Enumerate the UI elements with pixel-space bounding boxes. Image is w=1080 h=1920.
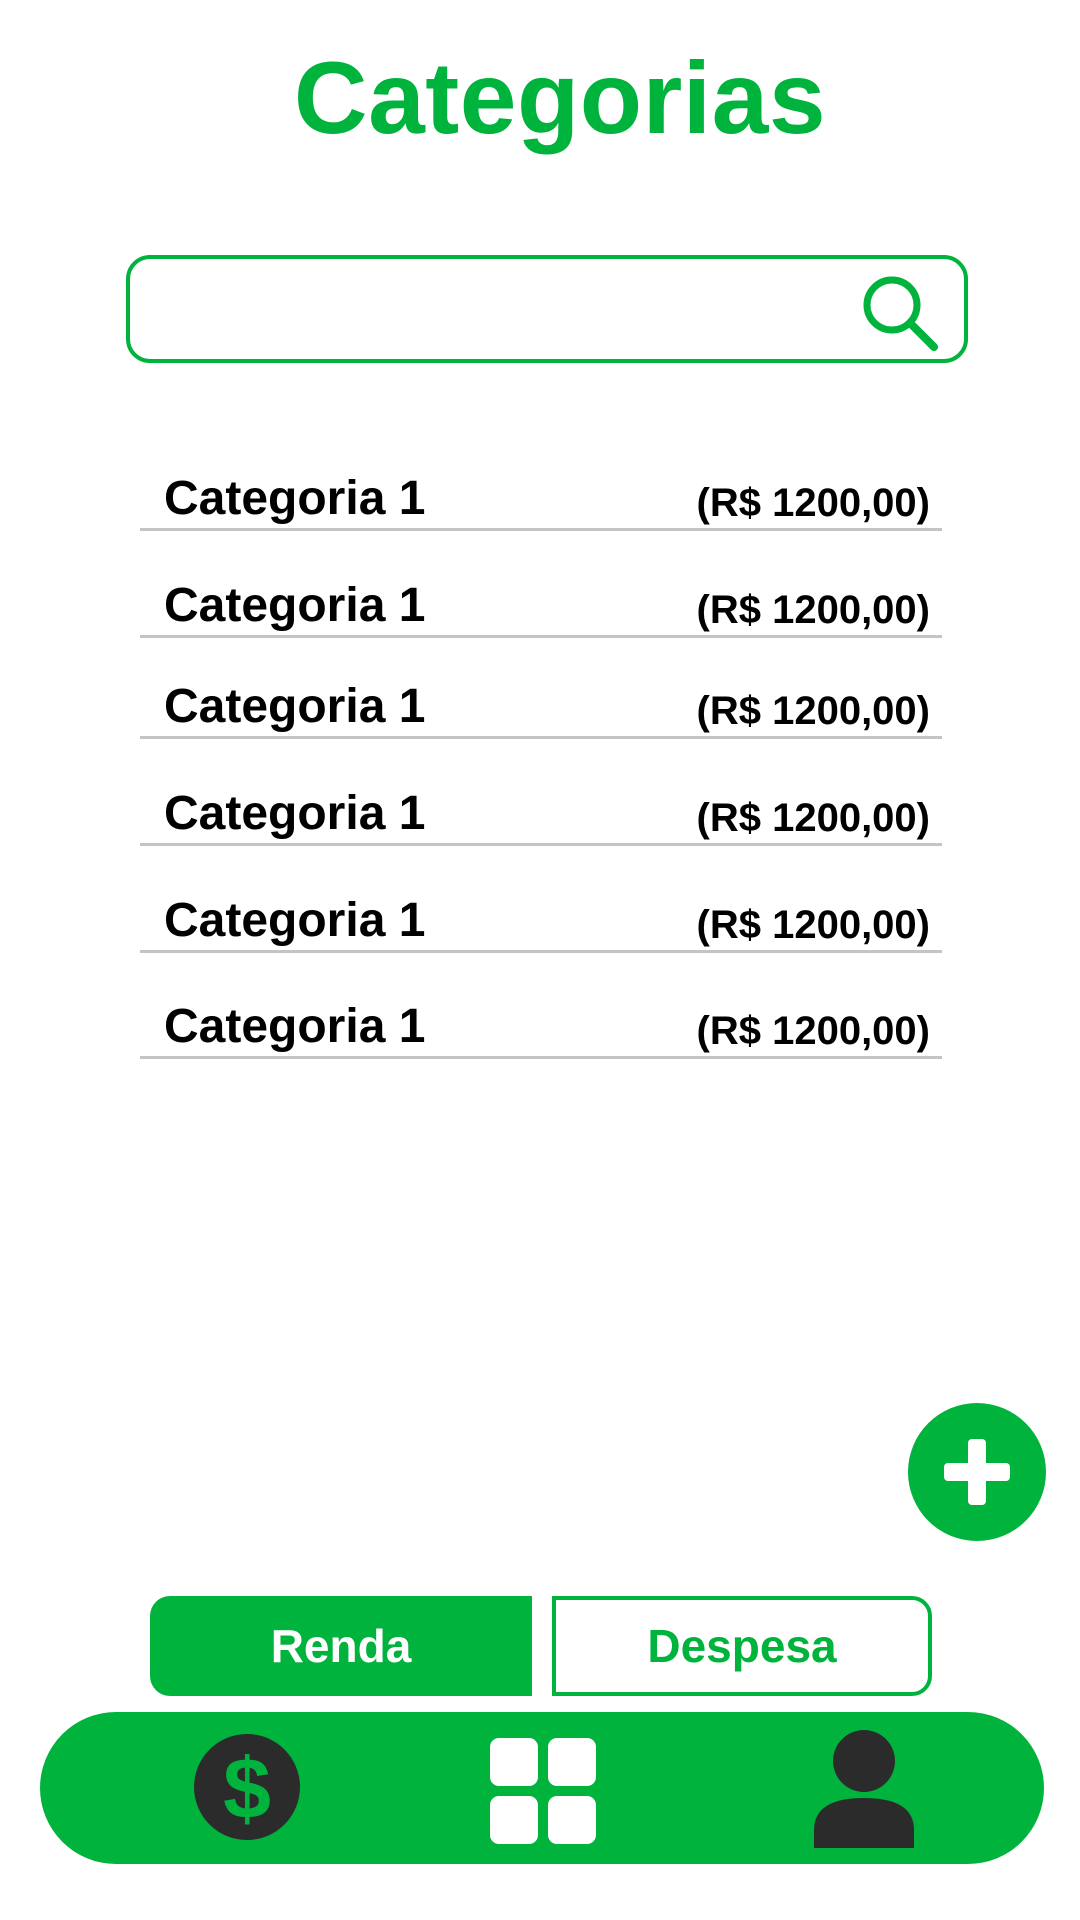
list-item[interactable]: Categoria 1 (R$ 1200,00) <box>140 575 942 638</box>
user-icon[interactable] <box>812 1728 916 1848</box>
list-item[interactable]: Categoria 1 (R$ 1200,00) <box>140 783 942 846</box>
category-amount: (R$ 1200,00) <box>696 1009 930 1053</box>
category-name: Categoria 1 <box>164 579 426 632</box>
search-input[interactable] <box>150 273 854 347</box>
category-amount: (R$ 1200,00) <box>696 903 930 947</box>
category-amount: (R$ 1200,00) <box>696 796 930 840</box>
expense-tab-label: Despesa <box>647 1620 837 1672</box>
category-name: Categoria 1 <box>164 787 426 840</box>
page-title: Categorias <box>293 41 827 155</box>
list-item[interactable]: Categoria 1 (R$ 1200,00) <box>140 676 942 739</box>
category-amount: (R$ 1200,00) <box>696 689 930 733</box>
category-name: Categoria 1 <box>164 1000 426 1053</box>
income-tab-button[interactable]: Renda <box>150 1596 532 1696</box>
bottom-nav: $ <box>40 1712 1044 1864</box>
income-tab-label: Renda <box>270 1620 412 1672</box>
add-category-button[interactable] <box>908 1403 1046 1541</box>
svg-text:$: $ <box>223 1741 271 1837</box>
list-item[interactable]: Categoria 1 (R$ 1200,00) <box>140 996 942 1059</box>
category-name: Categoria 1 <box>164 472 426 525</box>
grid-icon[interactable] <box>488 1736 598 1846</box>
category-name: Categoria 1 <box>164 894 426 947</box>
expense-tab-button[interactable]: Despesa <box>552 1596 932 1696</box>
category-amount: (R$ 1200,00) <box>696 588 930 632</box>
search-bar[interactable] <box>126 255 968 363</box>
list-item[interactable]: Categoria 1 (R$ 1200,00) <box>140 468 942 531</box>
dollar-icon[interactable]: $ <box>192 1730 302 1844</box>
search-icon[interactable] <box>858 271 942 355</box>
plus-icon <box>944 1439 1010 1505</box>
category-name: Categoria 1 <box>164 680 426 733</box>
category-amount: (R$ 1200,00) <box>696 481 930 525</box>
list-item[interactable]: Categoria 1 (R$ 1200,00) <box>140 890 942 953</box>
